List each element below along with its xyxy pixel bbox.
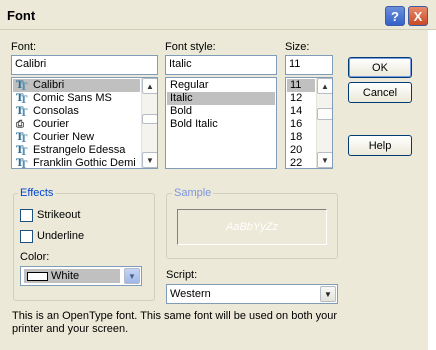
title-bar[interactable]: Font ? X [0, 0, 436, 30]
script-value: Western [170, 288, 211, 300]
font-list-item[interactable]: T T Consolas [13, 105, 140, 118]
size-input[interactable]: 11 [285, 55, 333, 75]
size-list-scrollbar[interactable]: ▲ ▼ [316, 78, 332, 168]
underline-label[interactable]: Underline [37, 230, 84, 242]
color-selection: White [24, 269, 120, 283]
underline-checkbox[interactable] [20, 230, 33, 243]
title-help-button[interactable]: ? [385, 6, 405, 26]
color-select[interactable]: White ▼ [20, 266, 142, 286]
font-list-item[interactable]: T T Franklin Gothic Demi [13, 157, 140, 169]
strikeout-checkbox[interactable] [20, 209, 33, 222]
size-list-item-label: 12 [290, 92, 303, 104]
size-list-item[interactable]: 12 [287, 92, 315, 105]
size-list-item[interactable]: 11 [287, 79, 315, 92]
size-list-item[interactable]: 20 [287, 144, 315, 157]
color-value: White [51, 270, 80, 282]
font-list-item-label: Courier [33, 118, 70, 130]
font-list-item-label: Calibri [33, 79, 65, 91]
font-description-line1: This is an OpenType font. This same font… [12, 310, 338, 322]
size-list-item-label: 20 [290, 144, 303, 156]
font-style-list[interactable]: Regular Italic Bold Bold Italic [165, 77, 277, 169]
size-list-item[interactable]: 16 [287, 118, 315, 131]
font-style-list-item-label: Bold Italic [170, 118, 218, 130]
font-style-list-item-label: Bold [170, 105, 193, 117]
sample-preview: AaBbYyZz [177, 209, 327, 245]
font-list-item[interactable]: ⎙ Courier [13, 118, 140, 131]
window-edge [428, 30, 436, 350]
window-title: Font [7, 8, 36, 23]
font-style-input[interactable]: Italic [165, 55, 277, 75]
color-swatch [27, 271, 48, 281]
font-list-item-label: Franklin Gothic Demi [33, 157, 136, 169]
strikeout-label[interactable]: Strikeout [37, 209, 80, 221]
font-list-item-label: Estrangelo Edessa [33, 144, 126, 156]
size-list-item[interactable]: 18 [287, 131, 315, 144]
size-list-item[interactable]: 14 [287, 105, 315, 118]
font-list-item[interactable]: T T Courier New [13, 131, 140, 144]
scroll-down-arrow-icon[interactable]: ▼ [317, 152, 332, 168]
font-style-list-item-label: Regular [170, 79, 209, 91]
font-list-item-label: Comic Sans MS [33, 92, 112, 104]
scroll-up-arrow-icon[interactable]: ▲ [317, 78, 332, 94]
sample-title: Sample [172, 187, 214, 199]
font-list-item[interactable]: T T Comic Sans MS [13, 92, 140, 105]
font-description-line2: printer and your screen. [12, 323, 129, 335]
size-list-item-label: 16 [290, 118, 303, 130]
effects-title: Effects [18, 187, 56, 199]
truetype-font-icon: TT [16, 106, 28, 118]
script-label: Script: [166, 269, 198, 281]
color-label: Color: [20, 251, 50, 263]
ok-button[interactable]: OK [348, 57, 412, 78]
size-list-item-label: 18 [290, 131, 303, 143]
script-select[interactable]: Western ▼ [166, 284, 338, 304]
font-name-input[interactable]: Calibri [11, 55, 158, 75]
scroll-up-arrow-icon[interactable]: ▲ [142, 78, 157, 94]
sample-text: AaBbYyZz [226, 221, 278, 233]
scroll-down-arrow-icon[interactable]: ▼ [142, 152, 157, 168]
printer-font-icon: ⎙ [16, 119, 24, 130]
close-icon: X [413, 8, 423, 24]
font-list-item[interactable]: T T Calibri [13, 79, 140, 92]
font-style-list-item-label: Italic [170, 92, 193, 104]
size-list-item-label: 22 [290, 157, 303, 169]
truetype-font-icon: TT [16, 93, 28, 105]
font-list-item[interactable]: T T Estrangelo Edessa [13, 144, 140, 157]
font-style-list-item[interactable]: Bold [167, 105, 275, 118]
truetype-font-icon: TT [16, 132, 28, 144]
font-style-label: Font style: [165, 41, 216, 53]
size-list-item[interactable]: 22 [287, 157, 315, 169]
size-list[interactable]: 11 12 14 16 18 20 22 ▲ ▼ [285, 77, 333, 169]
font-list[interactable]: T T Calibri T T Comic Sans MS T T Consolas ⎙ Couri… [11, 77, 158, 169]
font-list-scrollbar[interactable]: ▲ ▼ [141, 78, 157, 168]
font-list-item-label: Consolas [33, 105, 79, 117]
font-style-list-item[interactable]: Bold Italic [167, 118, 275, 131]
truetype-font-icon: TT [16, 80, 28, 92]
font-list-item-label: Courier New [33, 131, 95, 143]
scroll-thumb[interactable] [317, 108, 332, 120]
scroll-thumb[interactable] [142, 114, 157, 124]
question-icon: ? [391, 8, 399, 24]
font-label: Font: [11, 41, 37, 53]
size-list-item-label: 11 [290, 79, 302, 91]
font-style-list-item[interactable]: Italic [167, 92, 275, 105]
title-close-button[interactable]: X [408, 6, 428, 26]
chevron-down-icon[interactable]: ▼ [320, 286, 336, 302]
cancel-button[interactable]: Cancel [348, 82, 412, 103]
font-dialog: Font ? X Font: Calibri T T Calibri T T Comic … [0, 0, 436, 350]
size-label: Size: [285, 41, 310, 53]
font-style-list-item[interactable]: Regular [167, 79, 275, 92]
chevron-down-icon[interactable]: ▼ [124, 268, 140, 284]
truetype-font-icon: TT [16, 158, 28, 169]
truetype-font-icon: TT [16, 145, 28, 157]
size-list-item-label: 14 [290, 105, 303, 117]
help-button[interactable]: Help [348, 135, 412, 156]
